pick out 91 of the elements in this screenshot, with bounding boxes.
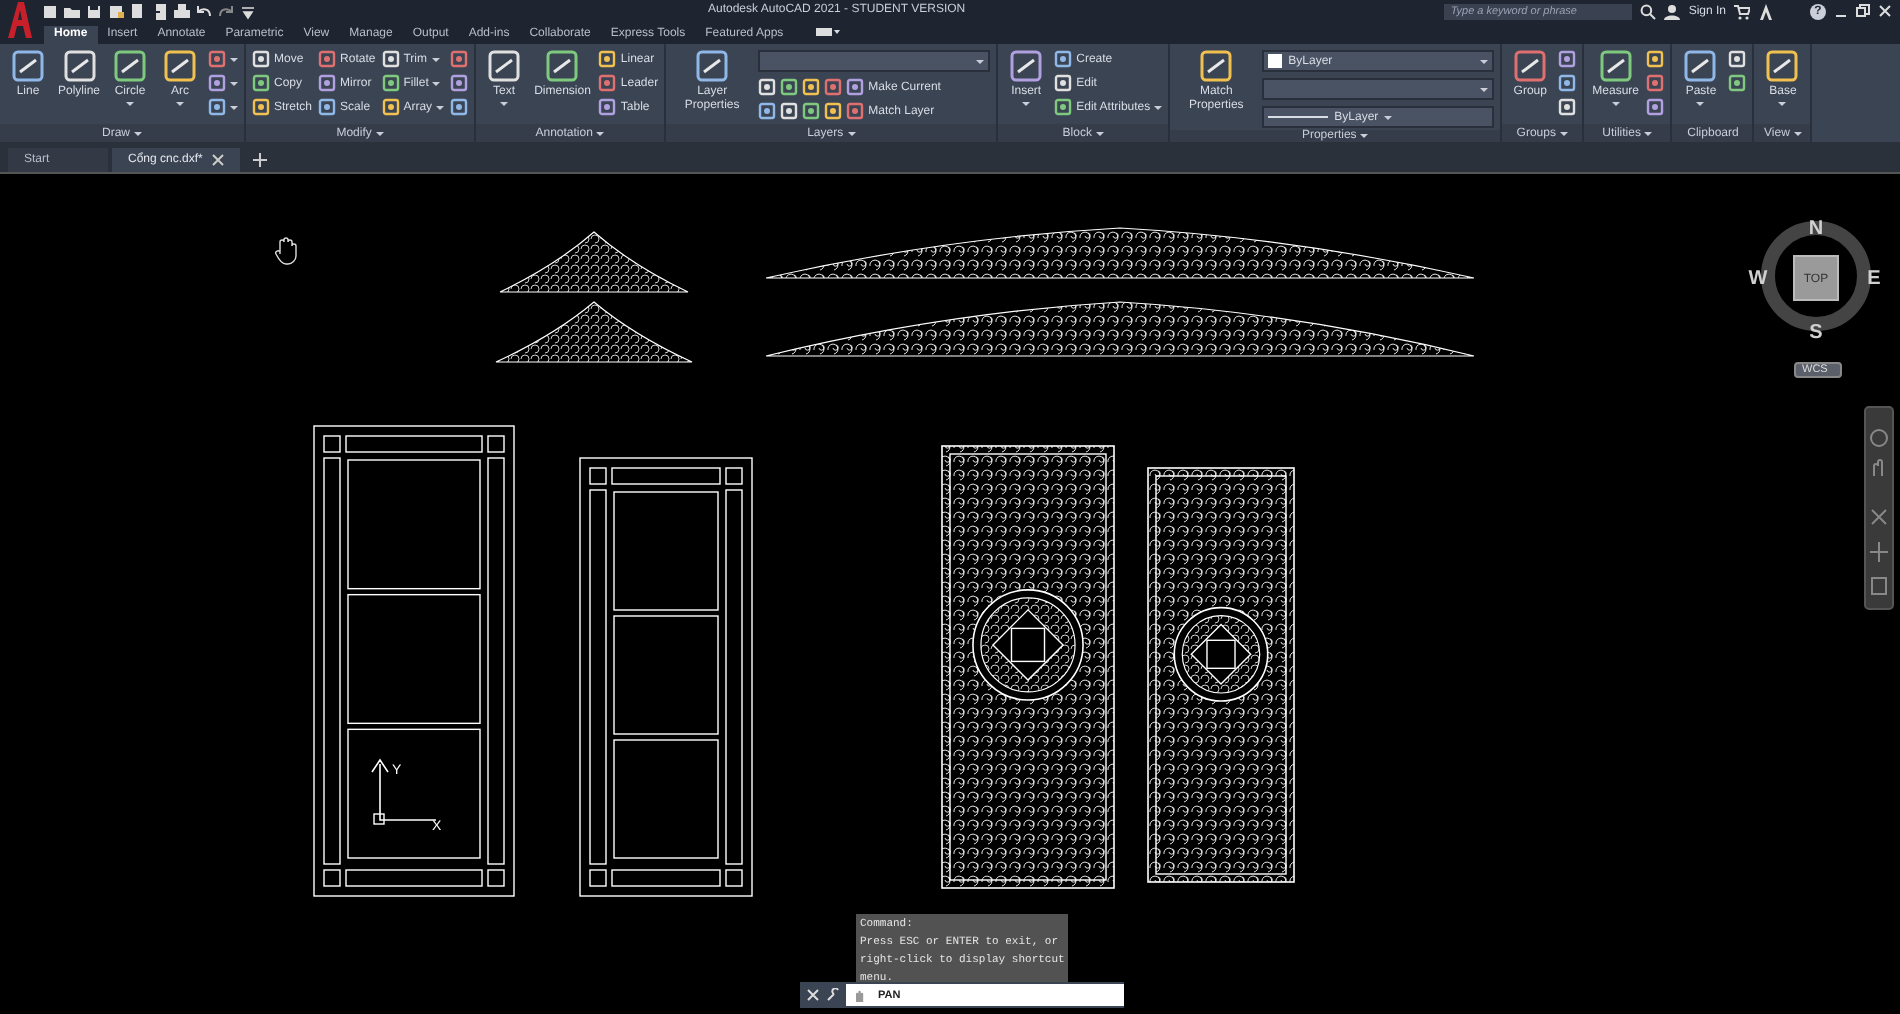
tool-icon [542,48,583,84]
tool-icon [208,98,227,116]
tool-icon [318,98,337,116]
tool-icon [1054,98,1073,116]
tool-icon [208,50,227,68]
user-icon[interactable] [1664,3,1681,19]
tool-icon [1054,50,1073,68]
tool-icon[interactable] [758,102,777,120]
close-icon[interactable] [1878,4,1892,18]
tool-icon [318,74,337,92]
tool-icon [450,98,469,116]
tool-icon [1728,74,1747,92]
ribbon-icon-button[interactable] [1646,72,1665,94]
ribbon-icon-button[interactable] [208,96,239,118]
compass-east[interactable]: E [1867,268,1881,290]
ribbon-icon-button[interactable] [208,72,239,94]
tool-icon [598,98,617,116]
tool-icon[interactable] [780,78,799,96]
compass-south[interactable]: S [1809,322,1823,344]
caret-icon [1480,59,1489,63]
document-icon[interactable] [130,3,146,19]
wrench-icon[interactable] [826,988,840,1002]
tool-icon [318,50,337,68]
export-icon[interactable] [152,3,168,19]
cart-icon[interactable] [1734,3,1750,19]
tool-icon[interactable] [824,102,843,120]
tool-icon[interactable] [802,78,821,96]
tool-icon [160,48,201,84]
tool-icon [846,78,865,96]
tool-icon [252,98,271,116]
close-icon[interactable] [806,988,820,1002]
tool-icon [59,48,99,84]
tool-icon [450,50,469,68]
ribbon-icon-button[interactable] [1646,48,1665,70]
tool-icon[interactable] [824,78,843,96]
tool-icon [1054,74,1073,92]
toggle-icon[interactable] [813,24,842,40]
ribbon-icon-button[interactable] [1646,96,1665,118]
new-tab-icon[interactable] [252,152,269,168]
tool-icon [846,102,865,120]
tool-icon [8,48,48,84]
ribbon-icon-button[interactable] [208,48,239,70]
tool-icon [1728,50,1747,68]
tool-icon [1006,48,1047,84]
caret-icon [1384,115,1393,119]
tool-icon [208,74,227,92]
restore-icon[interactable] [1856,4,1870,18]
tool-icon [598,50,617,68]
caret-icon [1480,87,1489,91]
tool-icon [598,74,617,92]
redo-icon[interactable] [218,3,234,19]
customize-icon[interactable] [240,3,256,19]
tool-icon [1646,98,1665,116]
compass-north[interactable]: N [1808,218,1824,240]
tool-icon [1595,48,1636,84]
compass-west[interactable]: W [1748,268,1768,290]
new-file-icon[interactable] [42,3,58,19]
tool-icon [1558,74,1577,92]
tool-icon [110,48,151,84]
ribbon-icon-button[interactable] [450,96,469,118]
tool-icon [381,74,400,92]
tool-icon [1510,48,1551,84]
ribbon-icon-button[interactable] [1558,72,1577,94]
tool-icon [1762,48,1803,84]
ribbon-icon-button[interactable] [450,48,469,70]
ribbon-icon-button[interactable] [450,72,469,94]
tool-icon [1646,74,1665,92]
close-icon[interactable] [212,154,225,166]
tool-icon [450,74,469,92]
tool-icon [1558,98,1577,116]
search-icon[interactable] [1640,3,1657,19]
tool-icon [484,48,525,84]
tool-icon [381,98,400,116]
tool-icon [252,74,271,92]
undo-icon[interactable] [196,3,212,19]
hand-cursor-icon [275,237,297,265]
tool-icon [1196,48,1237,84]
ribbon-icon-button[interactable] [1728,72,1747,94]
tool-icon [692,48,733,84]
tool-icon [252,50,271,68]
caret-icon [976,59,985,63]
save-icon[interactable] [86,3,102,19]
tool-icon[interactable] [802,102,821,120]
navigation-bar[interactable] [1864,406,1894,610]
tool-icon [1558,50,1577,68]
tool-icon [381,50,400,68]
tool-icon [1646,50,1665,68]
print-icon[interactable] [174,3,190,19]
ribbon-icon-button[interactable] [1558,48,1577,70]
tool-icon [1680,48,1721,84]
save-as-icon[interactable] [108,3,124,19]
